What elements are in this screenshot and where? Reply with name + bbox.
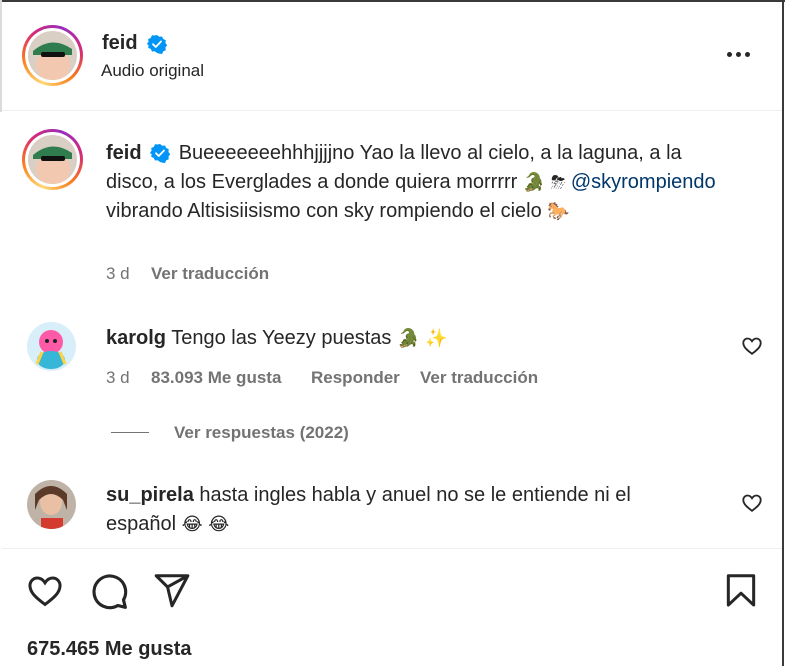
karolg-avatar[interactable] <box>27 322 76 371</box>
su-pirela-avatar[interactable] <box>27 480 76 529</box>
mention-link[interactable]: @skyrompiendo <box>571 171 716 193</box>
laughing-emoji: 😂 <box>181 514 203 535</box>
caption-translate-link[interactable]: Ver traducción <box>151 264 269 284</box>
bookmark-icon[interactable] <box>722 571 760 609</box>
comment-translate-link[interactable]: Ver traducción <box>420 368 538 388</box>
header-username[interactable]: feid <box>102 32 138 55</box>
sparkles-emoji: ✨ <box>424 328 448 349</box>
caption-text-2: vibrando Altisisiisismo con sky rompiend… <box>106 200 542 222</box>
storm-emoji: ⛈ <box>550 172 566 193</box>
actions-divider <box>2 548 782 549</box>
comment-username[interactable]: su_pirela <box>106 484 194 506</box>
window-frame-right <box>782 0 784 666</box>
header-avatar[interactable] <box>28 31 77 80</box>
verified-badge-icon <box>147 35 167 54</box>
crocodile-emoji: 🐊 <box>396 328 420 349</box>
laughing-emoji: 😂 <box>208 514 230 535</box>
more-options-icon[interactable] <box>722 44 754 64</box>
comment-su-pirela: su_pirela hasta ingles habla y anuel no … <box>106 481 696 539</box>
comment-time[interactable]: 3 d <box>106 368 130 388</box>
comment-like-heart-icon[interactable] <box>741 335 763 357</box>
share-icon[interactable] <box>152 571 192 609</box>
reply-button[interactable]: Responder <box>311 368 400 388</box>
comment-karolg: karolg Tengo las Yeezy puestas 🐊 ✨ <box>106 324 696 353</box>
comment-likes[interactable]: 83.093 Me gusta <box>151 368 281 388</box>
caption-avatar[interactable] <box>28 135 77 184</box>
horse-emoji: 🐎 <box>547 201 570 222</box>
comment-body: Tengo las Yeezy puestas <box>171 327 392 349</box>
verified-badge-icon <box>150 144 170 163</box>
view-replies-button[interactable]: Ver respuestas (2022) <box>174 423 349 443</box>
comment-username[interactable]: karolg <box>106 327 166 349</box>
caption-username[interactable]: feid <box>106 142 142 164</box>
comment-icon[interactable] <box>89 571 129 611</box>
replies-line <box>111 432 149 433</box>
comment-like-heart-icon[interactable] <box>741 492 763 514</box>
heart-icon[interactable] <box>25 572 65 610</box>
post-caption: feid Bueeeeeeehhhjjjjno Yao la llevo al … <box>106 139 736 226</box>
post-likes-count[interactable]: 675.465 Me gusta <box>27 638 192 661</box>
audio-subtitle[interactable]: Audio original <box>101 61 204 81</box>
caption-time[interactable]: 3 d <box>106 264 130 284</box>
post-header <box>2 2 782 111</box>
crocodile-emoji: 🐊 <box>522 172 546 193</box>
